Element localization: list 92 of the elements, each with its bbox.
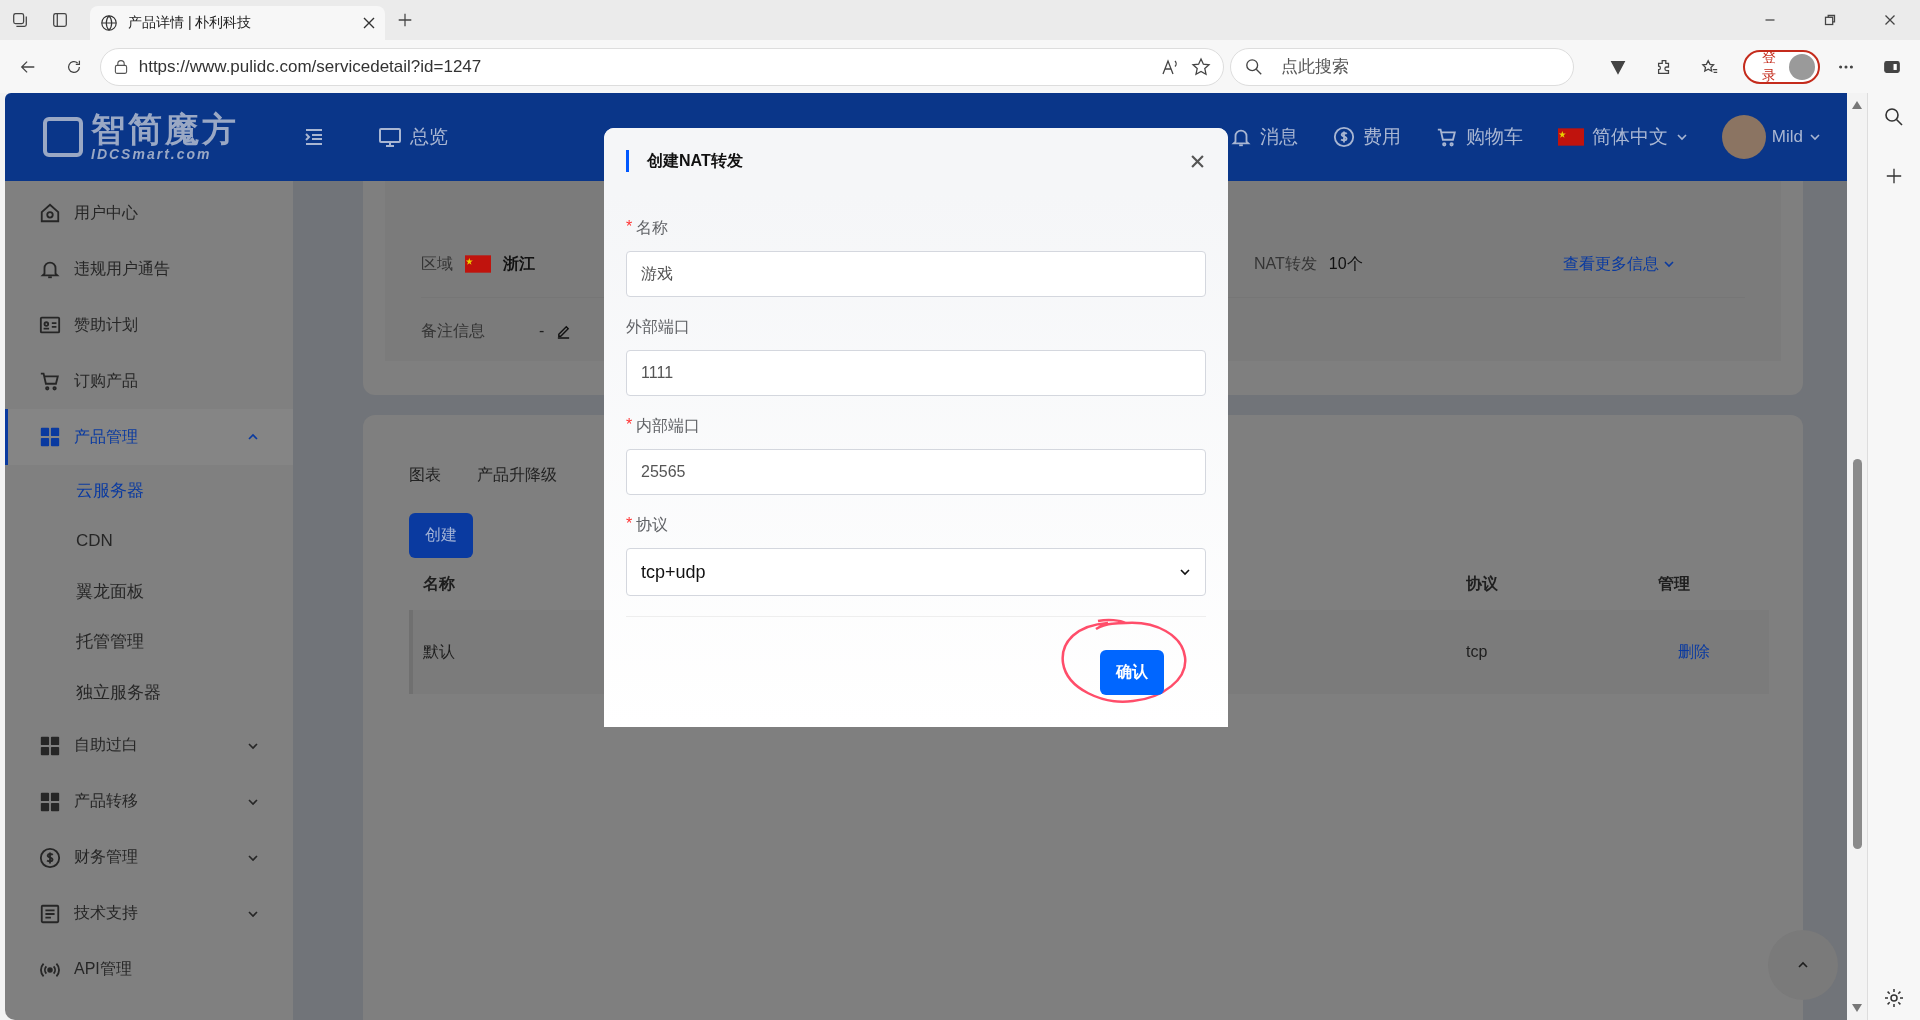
search-placeholder: 点此搜索 — [1281, 56, 1349, 78]
sidebar-item[interactable]: 订购产品 — [5, 353, 293, 409]
browser-tab[interactable]: 产品详情 | 朴利科技 — [90, 6, 385, 40]
field-label: * 内部端口 — [626, 416, 1206, 437]
sidebar-item[interactable]: 赞助计划 — [5, 297, 293, 353]
field-label: * 名称 — [626, 218, 1206, 239]
grid-icon — [38, 426, 62, 448]
nav-item[interactable]: 总览 — [378, 124, 448, 150]
scroll-down-icon[interactable] — [1852, 1004, 1862, 1012]
chevron-icon — [1663, 258, 1675, 270]
nav-item[interactable]: 消息 — [1229, 124, 1298, 150]
caret-icon — [1675, 131, 1688, 143]
input-field[interactable]: 游戏 — [626, 251, 1206, 297]
required-mark: * — [626, 416, 633, 435]
field-label: * 协议 — [626, 515, 1206, 536]
sidebar-item[interactable]: 产品转移 — [5, 773, 293, 830]
sidebar-item[interactable]: API管理 — [5, 941, 293, 998]
sidebar-subitem[interactable]: 云服务器 — [5, 465, 293, 516]
document-icon — [38, 902, 62, 925]
china-flag-icon — [1557, 128, 1584, 146]
sidebar-item[interactable]: 技术支持 — [5, 885, 293, 942]
close-icon[interactable] — [363, 17, 375, 29]
scrollbar-thumb[interactable] — [1852, 459, 1862, 849]
required-mark: * — [626, 218, 633, 237]
sidebar-subitem[interactable]: 独立服务器 — [5, 667, 293, 718]
table-cell-text: 默认 — [423, 641, 455, 662]
settings-icon[interactable] — [1884, 988, 1904, 1008]
lock-icon — [112, 58, 129, 75]
logo-icon — [43, 117, 83, 157]
nav-item[interactable]: 购物车 — [1435, 124, 1523, 150]
sidebar-item[interactable]: 财务管理 — [5, 829, 293, 886]
dropdown-field[interactable]: tcp+udp — [626, 548, 1206, 596]
language-selector[interactable]: 简体中文 — [1557, 124, 1688, 150]
url-text: https://www.pulidc.com/servicedetail?id=1247 — [138, 56, 483, 77]
field-label: 区域 — [421, 253, 453, 274]
create-button[interactable]: 创建 — [409, 513, 473, 558]
field-label: 备注信息 — [421, 320, 485, 341]
scroll-up-icon[interactable] — [1852, 101, 1862, 109]
more-info-link[interactable]: 查看更多信息 — [1563, 253, 1675, 275]
caret-icon — [1809, 131, 1821, 143]
required-mark: * — [626, 515, 633, 534]
chevron-icon — [1179, 566, 1191, 578]
id-card-icon — [38, 314, 62, 336]
user-menu[interactable]: Mild — [1721, 115, 1821, 159]
tab-title: 产品详情 | 朴利科技 — [128, 14, 253, 32]
sidebar-subitem[interactable]: 托管管理 — [5, 616, 293, 667]
tab[interactable]: 产品升降级 — [477, 464, 557, 486]
column-header: 名称 — [423, 573, 455, 594]
menu-icon[interactable] — [304, 127, 324, 147]
remark-value: - — [539, 322, 545, 340]
add-icon[interactable] — [1885, 167, 1903, 185]
dollar-icon — [1332, 126, 1355, 148]
home-icon — [38, 202, 62, 224]
globe-icon — [100, 14, 118, 32]
field-label: 外部端口 — [626, 317, 691, 337]
tab[interactable]: 图表 — [409, 464, 441, 486]
close-icon[interactable] — [1191, 154, 1204, 168]
logo-subtitle: IDCSmart.com — [91, 146, 213, 162]
column-header: 协议 — [1466, 573, 1498, 594]
grid-icon — [38, 734, 62, 757]
search-icon[interactable] — [1884, 107, 1904, 127]
sidebar-item[interactable]: 用户中心 — [5, 185, 293, 241]
column-header: 管理 — [1658, 573, 1690, 594]
china-flag-icon — [465, 255, 491, 273]
sidebar-item[interactable]: 产品管理 — [5, 409, 293, 465]
region-value: 浙江 — [503, 253, 535, 274]
logo-title: 智简魔方 — [91, 112, 239, 146]
avatar-icon — [1721, 115, 1766, 159]
search-icon — [1245, 57, 1263, 76]
nav-item[interactable]: 费用 — [1332, 124, 1401, 150]
search-field[interactable]: 点此搜索 — [1230, 47, 1574, 86]
address-bar[interactable]: https://www.pulidc.com/servicedetail?id=1247 — [99, 47, 1224, 86]
grid-icon — [38, 790, 62, 813]
cart-icon — [38, 370, 62, 392]
dialog-title: 创建NAT转发 — [647, 150, 744, 171]
sidebar-item[interactable]: 自助过白 — [5, 717, 293, 774]
dollar-icon — [38, 846, 62, 869]
edit-icon[interactable] — [556, 323, 572, 339]
delete-link[interactable]: 删除 — [1658, 641, 1710, 663]
star-icon[interactable] — [1191, 56, 1211, 77]
cart-icon — [1435, 126, 1458, 148]
table-cell: tcp — [1466, 643, 1488, 661]
field-label: NAT转发 — [1254, 253, 1317, 274]
sidebar-item[interactable]: 违规用户通告 — [5, 241, 293, 297]
avatar-icon — [1789, 53, 1816, 80]
nat-count: 10个 — [1328, 253, 1363, 274]
confirm-button[interactable]: 确认 — [1100, 649, 1164, 695]
input-field[interactable]: 1111 — [626, 350, 1206, 396]
input-field[interactable]: 25565 — [626, 449, 1206, 495]
sidebar-subitem[interactable]: 翼龙面板 — [5, 566, 293, 617]
sidebar-subitem[interactable]: CDN — [5, 515, 293, 566]
monitor-icon — [378, 125, 402, 149]
